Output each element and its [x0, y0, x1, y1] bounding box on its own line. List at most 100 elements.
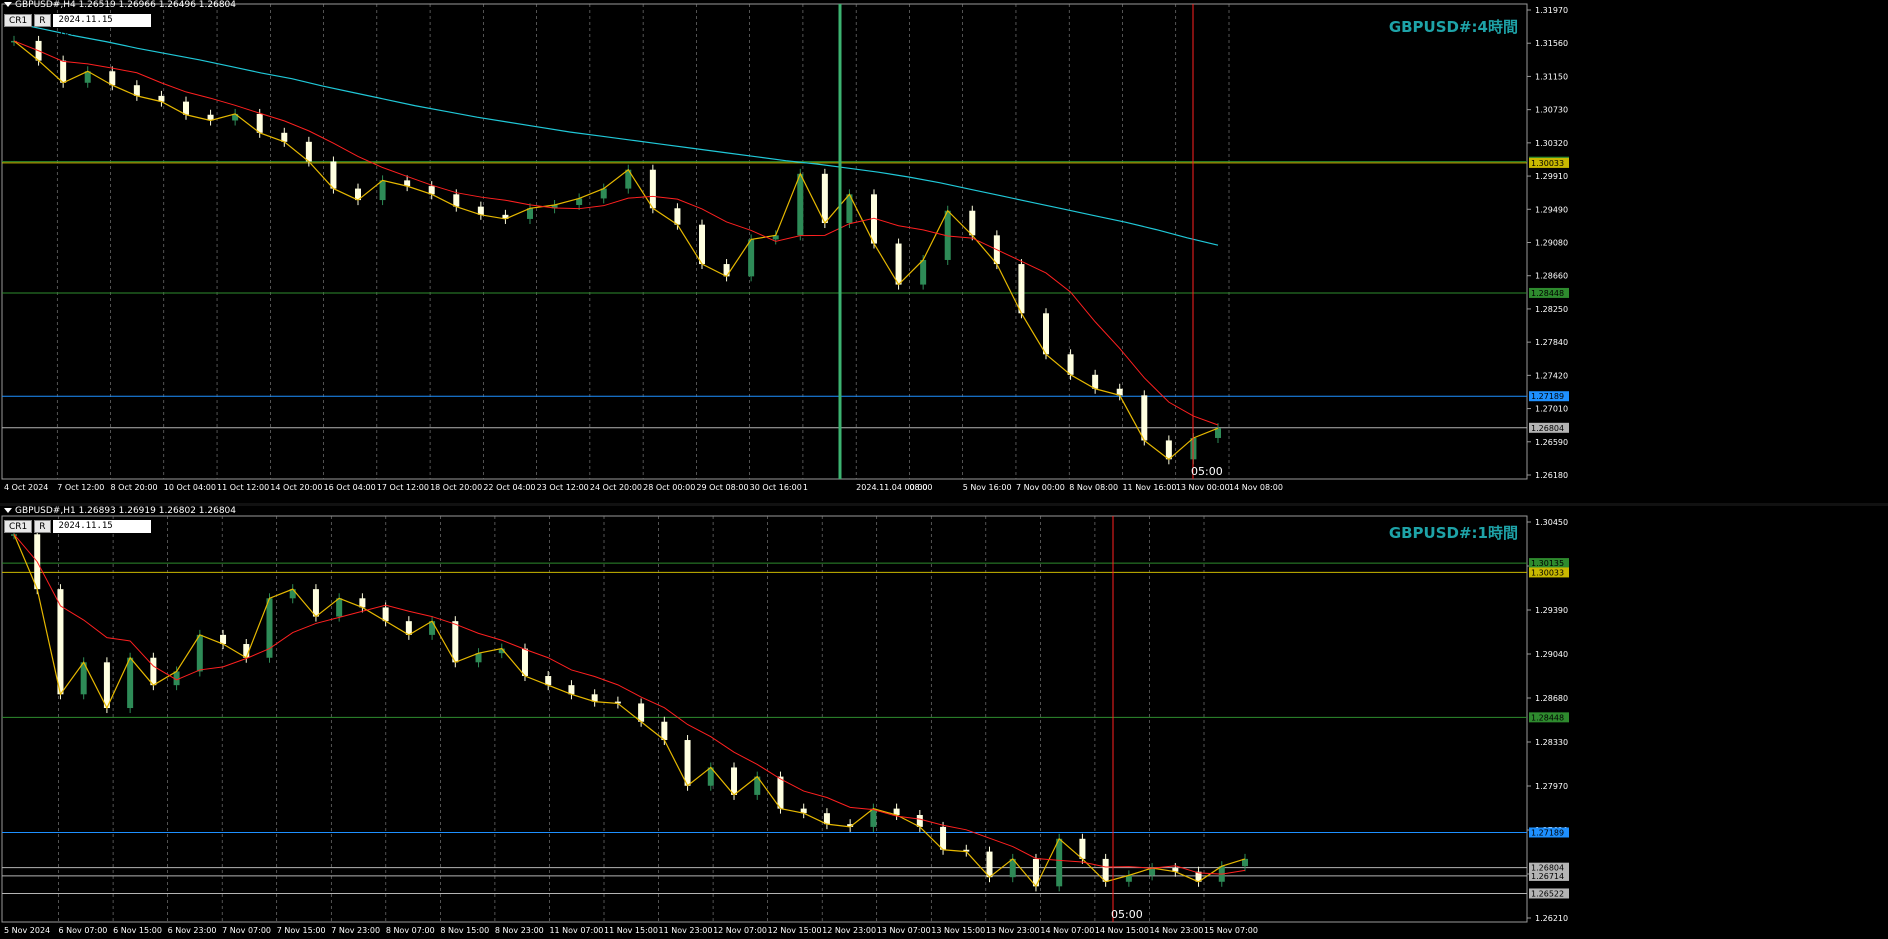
h4-chart-title: GBPUSD#:4時間	[1388, 18, 1518, 36]
moving-average-red	[13, 40, 1219, 426]
x-tick-label: 10 Oct 04:00	[164, 483, 216, 492]
bar-countdown: 05:00	[1191, 465, 1223, 478]
h4-chart-pane[interactable]: 4 Oct 2024 7 Oct 12:00 8 Oct 20:00 10 Oct 0…	[0, 0, 1888, 503]
candle-body	[969, 210, 976, 236]
candle-body	[453, 194, 460, 207]
candle-body	[870, 808, 877, 827]
x-tick-label: 18 Oct 20:00	[430, 483, 482, 492]
r-button[interactable]: R	[34, 14, 51, 27]
r-button[interactable]: R	[34, 520, 51, 533]
price-label: 1.28448	[1531, 713, 1564, 722]
h1-chart-title: GBPUSD#:1時間	[1388, 524, 1518, 542]
cr1-button[interactable]: CR1	[4, 14, 33, 27]
candle-body	[256, 113, 263, 133]
x-tick-label: 5 Nov 2024	[4, 926, 50, 935]
candle-body	[986, 851, 993, 878]
candle-body	[1043, 313, 1049, 355]
candle-body	[312, 589, 319, 617]
h4-ohlc-text: GBPUSD#,H4 1.26519 1.26966 1.26496 1.268…	[15, 0, 237, 10]
candle-body	[777, 776, 784, 809]
h1-chart-canvas[interactable]: 5 Nov 2024 6 Nov 07:00 6 Nov 15:00 6 Nov 23…	[0, 506, 1888, 939]
price-label: 1.26804	[1531, 424, 1564, 433]
price-label: 1.30135	[1531, 559, 1564, 568]
zigzag-line	[13, 534, 1246, 888]
x-tick-label: 11 Nov 15:00	[604, 926, 658, 935]
candle-body	[1067, 354, 1074, 375]
x-tick-label: 8 Nov 07:00	[386, 926, 435, 935]
candle-body	[674, 208, 681, 225]
candle-body	[527, 208, 533, 219]
candle-body	[305, 141, 312, 162]
x-tick-label: 15 Nov 07:00	[1204, 926, 1258, 935]
chevron-down-icon[interactable]	[4, 2, 12, 7]
candle-body	[60, 60, 67, 83]
crosshair-time-box: 2024.11.15 15:00	[52, 520, 151, 544]
x-tick-label: 12 Nov 15:00	[768, 926, 822, 935]
candle-body	[379, 180, 386, 201]
candle-body	[183, 101, 189, 115]
candle-body	[109, 71, 116, 86]
crosshair-time-box: 2024.11.15 16:00	[52, 14, 151, 38]
x-tick-label: 11 Nov 23:00	[659, 926, 713, 935]
x-tick-label: 11 Nov 16:00	[1122, 483, 1176, 492]
x-tick-label: 28 Oct 00:00	[643, 483, 695, 492]
candle-body	[649, 169, 656, 209]
y-tick-label: 1.29040	[1535, 650, 1568, 659]
candle-body	[196, 634, 203, 672]
y-tick-label: 1.31970	[1535, 6, 1568, 15]
x-tick-label: 11 Nov 07:00	[549, 926, 603, 935]
x-tick-label: 12 Nov 07:00	[713, 926, 767, 935]
candle-body	[940, 826, 947, 850]
candle-body	[1018, 264, 1025, 314]
candle-body	[920, 259, 927, 285]
chevron-down-icon[interactable]	[4, 508, 12, 513]
candle-body	[521, 648, 528, 677]
x-tick-label: 14 Nov 07:00	[1040, 926, 1094, 935]
y-tick-label: 1.26180	[1535, 471, 1568, 480]
x-tick-label: 7 Nov 23:00	[331, 926, 380, 935]
x-tick-label: 16 Oct 04:00	[324, 483, 376, 492]
candle-body	[661, 721, 668, 741]
y-tick-label: 1.27420	[1535, 371, 1568, 380]
x-tick-label: 14 Nov 15:00	[1095, 926, 1149, 935]
h4-symbol-header: GBPUSD#,H4 1.26519 1.26966 1.26496 1.268…	[4, 0, 236, 10]
candle-body	[1165, 440, 1172, 460]
y-tick-label: 1.26210	[1535, 914, 1568, 923]
cr1-button[interactable]: CR1	[4, 520, 33, 533]
candle-body	[895, 243, 902, 285]
x-tick-label: 23 Oct 12:00	[537, 483, 589, 492]
x-tick-label: 29 Oct 08:00	[696, 483, 748, 492]
candle-body	[638, 703, 645, 722]
x-tick-label: 30 Oct 16:00	[750, 483, 802, 492]
x-tick-label: 8 Nov 08:00	[1069, 483, 1118, 492]
plot-frame	[1, 515, 1528, 923]
y-tick-label: 1.30320	[1535, 139, 1568, 148]
price-label: 1.27189	[1531, 828, 1564, 837]
x-tick-label: 6 Nov 23:00	[168, 926, 217, 935]
x-tick-label: 12 Nov 23:00	[822, 926, 876, 935]
bar-countdown: 05:00	[1111, 908, 1143, 921]
x-tick-label: 13 Nov 23:00	[986, 926, 1040, 935]
price-label: 1.30033	[1531, 159, 1564, 168]
candle-body	[1102, 858, 1109, 882]
candle-body	[723, 264, 730, 277]
h1-toolbar: CR1 R 2024.11.15 15:00	[4, 520, 151, 544]
y-tick-label: 1.28330	[1535, 738, 1568, 747]
h4-chart-canvas[interactable]: 4 Oct 2024 7 Oct 12:00 8 Oct 20:00 10 Oct 0…	[0, 0, 1888, 503]
moving-average-red	[13, 533, 1246, 875]
candle-body	[821, 173, 828, 224]
x-tick-label: 7 Nov 07:00	[222, 926, 271, 935]
y-tick-label: 1.29910	[1535, 172, 1568, 181]
y-tick-label: 1.31560	[1535, 39, 1568, 48]
y-tick-label: 1.30730	[1535, 106, 1568, 115]
y-tick-label: 1.27010	[1535, 405, 1568, 414]
y-tick-label: 1.27840	[1535, 338, 1568, 347]
plot-frame	[1, 3, 1528, 480]
x-tick-label: 13 Nov 15:00	[931, 926, 985, 935]
h1-chart-pane[interactable]: 5 Nov 2024 6 Nov 07:00 6 Nov 15:00 6 Nov 23…	[0, 506, 1888, 939]
candle-body	[429, 621, 436, 635]
price-label: 1.30033	[1531, 568, 1564, 577]
candle-body	[336, 598, 343, 617]
x-tick-label: 1	[803, 483, 808, 492]
y-tick-label: 1.28660	[1535, 272, 1568, 281]
